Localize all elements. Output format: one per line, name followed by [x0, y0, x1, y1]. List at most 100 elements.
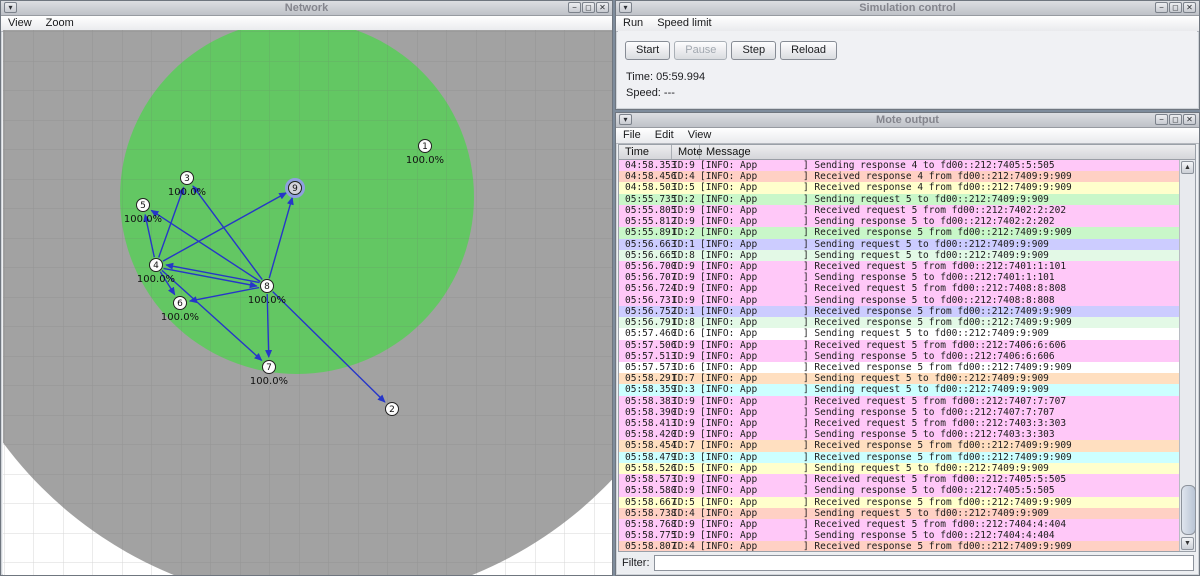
log-message: [INFO: App ] Sending request 5 to fd00::…: [700, 328, 1179, 339]
log-row[interactable]: 05:58.454ID:7[INFO: App ] Received respo…: [619, 440, 1179, 451]
minimize-icon[interactable]: −: [568, 2, 581, 13]
log-row[interactable]: 05:58.359ID:3[INFO: App ] Sending reques…: [619, 384, 1179, 395]
node-id-label: 3: [184, 174, 190, 184]
log-row[interactable]: 05:56.752ID:1[INFO: App ] Received respo…: [619, 306, 1179, 317]
log-row[interactable]: 05:55.735ID:2[INFO: App ] Sending reques…: [619, 194, 1179, 205]
log-row[interactable]: 05:58.807ID:4[INFO: App ] Received respo…: [619, 541, 1179, 551]
node-id-label: 8: [264, 282, 270, 292]
log-message: [INFO: App ] Received response 5 from fd…: [700, 497, 1179, 508]
log-row[interactable]: 05:58.420ID:9[INFO: App ] Sending respon…: [619, 429, 1179, 440]
column-header-time[interactable]: Time: [619, 145, 672, 159]
log-row[interactable]: 05:58.383ID:9[INFO: App ] Received reque…: [619, 396, 1179, 407]
close-icon[interactable]: ✕: [596, 2, 609, 13]
log-row[interactable]: 05:56.707ID:9[INFO: App ] Sending respon…: [619, 272, 1179, 283]
log-row[interactable]: 05:58.768ID:9[INFO: App ] Received reque…: [619, 519, 1179, 530]
log-row[interactable]: 04:58.353ID:9[INFO: App ] Sending respon…: [619, 160, 1179, 171]
log-time: 05:55.812: [619, 216, 672, 227]
log-row[interactable]: 05:58.390ID:9[INFO: App ] Sending respon…: [619, 407, 1179, 418]
menu-view[interactable]: View: [1, 16, 39, 31]
log-row[interactable]: 05:57.506ID:9[INFO: App ] Received reque…: [619, 340, 1179, 351]
node-id-label: 1: [422, 142, 428, 152]
maximize-icon[interactable]: ◻: [582, 2, 595, 13]
column-header-message[interactable]: Message: [700, 145, 1195, 159]
log-message: [INFO: App ] Sending request 5 to fd00::…: [700, 384, 1179, 395]
log-row[interactable]: 05:58.291ID:7[INFO: App ] Sending reques…: [619, 373, 1179, 384]
menu-view[interactable]: View: [681, 128, 719, 143]
vertical-scrollbar[interactable]: ▲ ▼: [1179, 160, 1195, 551]
log-row[interactable]: 05:55.805ID:9[INFO: App ] Received reque…: [619, 205, 1179, 216]
log-row[interactable]: 05:55.812ID:9[INFO: App ] Sending respon…: [619, 216, 1179, 227]
menu-run[interactable]: Run: [616, 16, 650, 31]
log-row[interactable]: 05:58.667ID:5[INFO: App ] Received respo…: [619, 497, 1179, 508]
log-time: 05:57.460: [619, 328, 672, 339]
network-view[interactable]: 1100.0%23100.0%4100.0%5100.0%6100.0%7100…: [3, 30, 612, 575]
log-mote-id: ID:9: [672, 418, 700, 429]
close-icon[interactable]: ✕: [1183, 2, 1196, 13]
log-row[interactable]: 05:56.700ID:9[INFO: App ] Received reque…: [619, 261, 1179, 272]
network-titlebar[interactable]: ▾ Network − ◻ ✕: [1, 1, 612, 16]
log-mote-id: ID:6: [672, 328, 700, 339]
log-mote-id: ID:4: [672, 508, 700, 519]
log-row[interactable]: 05:58.738ID:4[INFO: App ] Sending reques…: [619, 508, 1179, 519]
column-header-mote[interactable]: Mote: [672, 145, 700, 159]
log-row[interactable]: 05:58.479ID:3[INFO: App ] Received respo…: [619, 452, 1179, 463]
log-time: 05:56.700: [619, 261, 672, 272]
log-row[interactable]: 05:57.513ID:9[INFO: App ] Sending respon…: [619, 351, 1179, 362]
log-row[interactable]: 05:58.775ID:9[INFO: App ] Sending respon…: [619, 530, 1179, 541]
log-row[interactable]: 05:56.665ID:8[INFO: App ] Sending reques…: [619, 250, 1179, 261]
log-row[interactable]: 05:57.573ID:6[INFO: App ] Received respo…: [619, 362, 1179, 373]
log-row[interactable]: 05:56.731ID:9[INFO: App ] Sending respon…: [619, 295, 1179, 306]
menu-edit[interactable]: Edit: [648, 128, 681, 143]
log-row[interactable]: 05:58.413ID:9[INFO: App ] Received reque…: [619, 418, 1179, 429]
log-mote-id: ID:9: [672, 429, 700, 440]
menu-file[interactable]: File: [616, 128, 648, 143]
log-time: 05:58.775: [619, 530, 672, 541]
log-message: [INFO: App ] Received request 5 from fd0…: [700, 474, 1179, 485]
log-time: 05:58.359: [619, 384, 672, 395]
log-row[interactable]: 05:57.460ID:6[INFO: App ] Sending reques…: [619, 328, 1179, 339]
node-success-ratio-label: 100.0%: [406, 155, 444, 166]
log-mote-id: ID:9: [672, 407, 700, 418]
log-row[interactable]: 05:56.663ID:1[INFO: App ] Sending reques…: [619, 239, 1179, 250]
maximize-icon[interactable]: ◻: [1169, 114, 1182, 125]
simctl-titlebar[interactable]: ▾ Simulation control − ◻ ✕: [616, 1, 1199, 16]
log-row[interactable]: 05:55.891ID:2[INFO: App ] Received respo…: [619, 227, 1179, 238]
scroll-down-icon[interactable]: ▼: [1181, 537, 1194, 550]
log-mote-id: ID:8: [672, 317, 700, 328]
start-button[interactable]: Start: [625, 41, 670, 60]
minimize-icon[interactable]: −: [1155, 2, 1168, 13]
simctl-content: Start Pause Step Reload Time: 05:59.994 …: [618, 31, 1197, 107]
menu-speed-limit[interactable]: Speed limit: [650, 16, 718, 31]
log-row[interactable]: 05:58.573ID:9[INFO: App ] Received reque…: [619, 474, 1179, 485]
maximize-icon[interactable]: ◻: [1169, 2, 1182, 13]
filter-input[interactable]: [654, 555, 1195, 571]
reload-button[interactable]: Reload: [780, 41, 837, 60]
minimize-icon[interactable]: −: [1155, 114, 1168, 125]
log-rows: 04:58.353ID:9[INFO: App ] Sending respon…: [619, 160, 1179, 551]
close-icon[interactable]: ✕: [1183, 114, 1196, 125]
node-id-label: 2: [389, 405, 395, 415]
log-row[interactable]: 05:58.580ID:9[INFO: App ] Sending respon…: [619, 485, 1179, 496]
log-message: [INFO: App ] Sending response 5 to fd00:…: [700, 351, 1179, 362]
log-row[interactable]: 05:56.724ID:9[INFO: App ] Received reque…: [619, 283, 1179, 294]
log-row[interactable]: 05:56.791ID:8[INFO: App ] Received respo…: [619, 317, 1179, 328]
log-time: 05:58.573: [619, 474, 672, 485]
log-row[interactable]: 05:58.526ID:5[INFO: App ] Sending reques…: [619, 463, 1179, 474]
log-message: [INFO: App ] Sending request 5 to fd00::…: [700, 508, 1179, 519]
log-message: [INFO: App ] Sending response 4 to fd00:…: [700, 160, 1179, 171]
moteout-titlebar[interactable]: ▾ Mote output − ◻ ✕: [616, 113, 1199, 128]
log-mote-id: ID:1: [672, 239, 700, 250]
scroll-up-icon[interactable]: ▲: [1181, 161, 1194, 174]
log-mote-id: ID:3: [672, 452, 700, 463]
log-mote-id: ID:1: [672, 306, 700, 317]
filter-label: Filter:: [618, 557, 654, 569]
log-row[interactable]: 04:58.503ID:5[INFO: App ] Received respo…: [619, 182, 1179, 193]
menu-zoom[interactable]: Zoom: [39, 16, 81, 31]
log-time: 05:55.891: [619, 227, 672, 238]
scrollbar-thumb[interactable]: [1181, 485, 1196, 535]
log-row[interactable]: 04:58.456ID:4[INFO: App ] Received respo…: [619, 171, 1179, 182]
log-time: 05:55.735: [619, 194, 672, 205]
step-button[interactable]: Step: [731, 41, 776, 60]
log-time: 05:58.383: [619, 396, 672, 407]
log-message: [INFO: App ] Sending request 5 to fd00::…: [700, 373, 1179, 384]
